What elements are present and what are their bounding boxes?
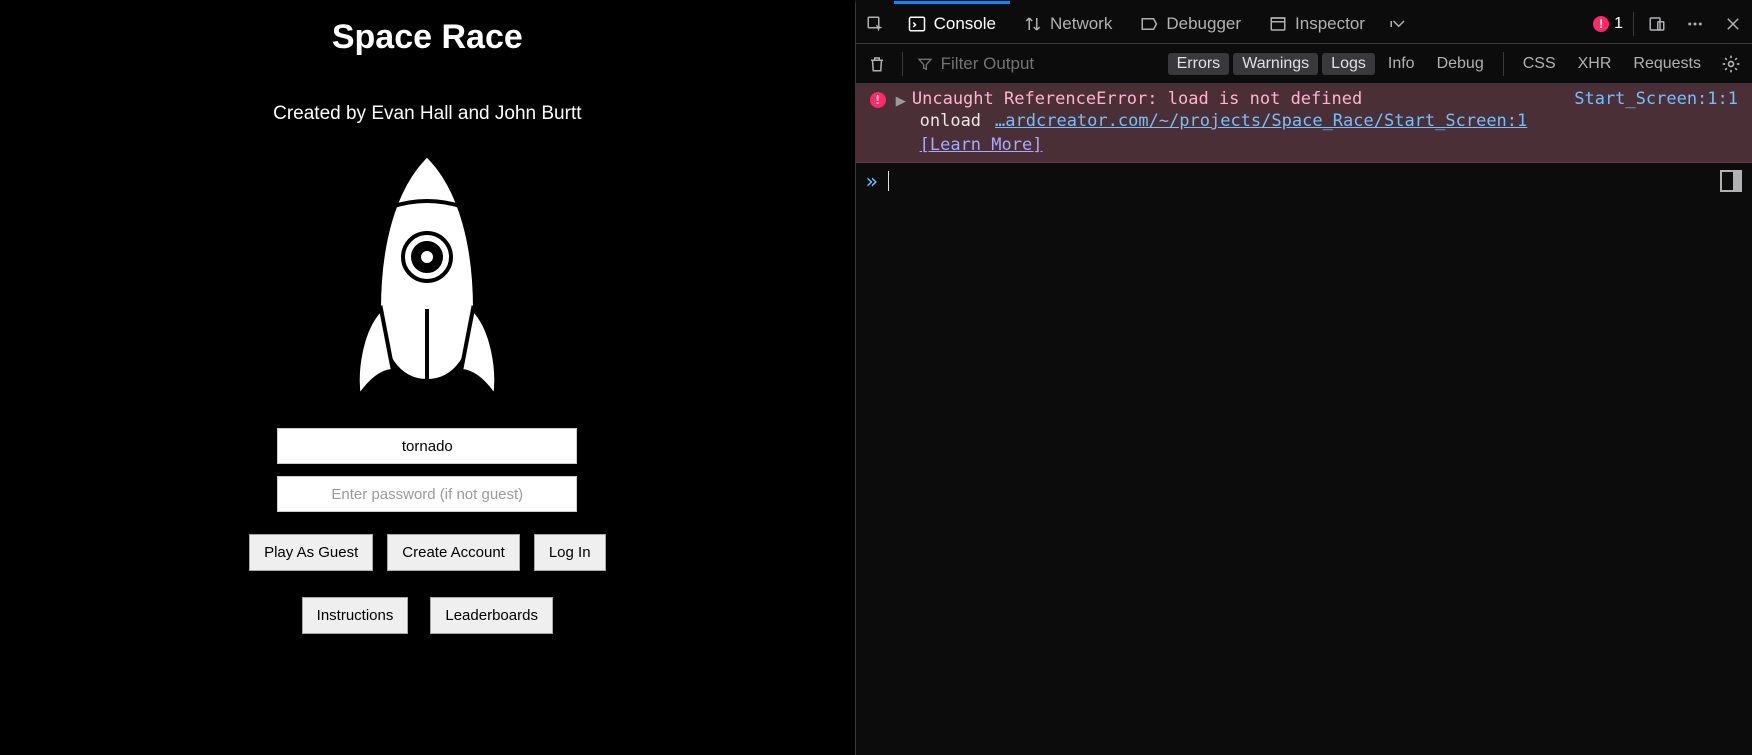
clear-console-icon[interactable] [862, 49, 892, 79]
app-page: Space Race Created by Evan Hall and John… [0, 0, 855, 755]
error-count-badge[interactable]: ! 1 [1587, 15, 1629, 33]
toggle-errors[interactable]: Errors [1168, 53, 1230, 75]
sidebar-toggle-icon[interactable] [1720, 170, 1742, 192]
console-toolbar: Errors Warnings Logs Info Debug CSS XHR … [856, 44, 1752, 84]
stack-function: onload [920, 111, 981, 131]
toggle-css[interactable]: CSS [1514, 53, 1565, 75]
username-input[interactable] [277, 428, 577, 464]
tab-inspector-label: Inspector [1295, 14, 1365, 34]
devtools-tab-strip: Console Network Debugger Inspector ! 1 [856, 4, 1752, 44]
console-prompt[interactable]: » [856, 163, 1752, 199]
kebab-menu-icon[interactable] [1676, 4, 1714, 43]
tab-inspector[interactable]: Inspector [1255, 4, 1379, 43]
learn-more-link[interactable]: [Learn More] [920, 135, 1043, 155]
responsive-mode-icon[interactable] [1638, 4, 1676, 43]
secondary-button-row: Instructions Leaderboards [302, 597, 553, 634]
toggle-info[interactable]: Info [1379, 53, 1424, 75]
toggle-logs[interactable]: Logs [1322, 53, 1375, 75]
prompt-cursor [888, 171, 889, 191]
page-subtitle: Created by Evan Hall and John Burtt [273, 103, 581, 125]
error-icon: ! [870, 92, 886, 108]
tab-console-label: Console [934, 14, 996, 34]
console-settings-icon[interactable] [1716, 49, 1746, 79]
tab-overflow-icon[interactable] [1379, 4, 1417, 43]
primary-button-row: Play As Guest Create Account Log In [249, 534, 606, 571]
page-title: Space Race [332, 18, 523, 57]
filter-output-input[interactable] [941, 54, 1162, 74]
filter-icon [917, 56, 933, 72]
leaderboards-button[interactable]: Leaderboards [430, 597, 553, 634]
tab-network[interactable]: Network [1010, 4, 1126, 43]
category-toggles: CSS XHR Requests [1514, 53, 1710, 75]
instructions-button[interactable]: Instructions [302, 597, 409, 634]
login-form [277, 428, 577, 512]
toggle-requests[interactable]: Requests [1624, 53, 1710, 75]
log-level-toggles: Errors Warnings Logs Info Debug [1168, 53, 1493, 75]
toggle-debug[interactable]: Debug [1428, 53, 1493, 75]
stack-location-link[interactable]: …ardcreator.com/~/projects/Space_Race/St… [995, 111, 1527, 131]
rocket-icon [337, 149, 517, 414]
prompt-chevron-icon: » [866, 169, 878, 193]
password-input[interactable] [277, 476, 577, 512]
log-in-button[interactable]: Log In [534, 534, 606, 571]
error-count-value: 1 [1614, 15, 1623, 33]
devtools-panel: Console Network Debugger Inspector ! 1 [855, 0, 1752, 755]
error-disclosure-toggle[interactable]: ▶ [896, 91, 906, 111]
close-devtools-icon[interactable] [1714, 4, 1752, 43]
console-output: ! ▶ Uncaught ReferenceError: load is not… [856, 84, 1752, 755]
play-as-guest-button[interactable]: Play As Guest [249, 534, 373, 571]
create-account-button[interactable]: Create Account [387, 534, 520, 571]
tab-debugger[interactable]: Debugger [1126, 4, 1255, 43]
error-text: Uncaught ReferenceError: load is not def… [912, 89, 1554, 109]
toggle-xhr[interactable]: XHR [1569, 53, 1621, 75]
pick-element-icon[interactable] [856, 4, 894, 43]
console-error-message: ! ▶ Uncaught ReferenceError: load is not… [856, 84, 1752, 163]
toggle-warnings[interactable]: Warnings [1233, 53, 1318, 75]
tab-network-label: Network [1050, 14, 1112, 34]
error-source-link[interactable]: Start_Screen:1:1 [1574, 89, 1738, 109]
tab-console[interactable]: Console [894, 4, 1010, 43]
tab-debugger-label: Debugger [1166, 14, 1241, 34]
